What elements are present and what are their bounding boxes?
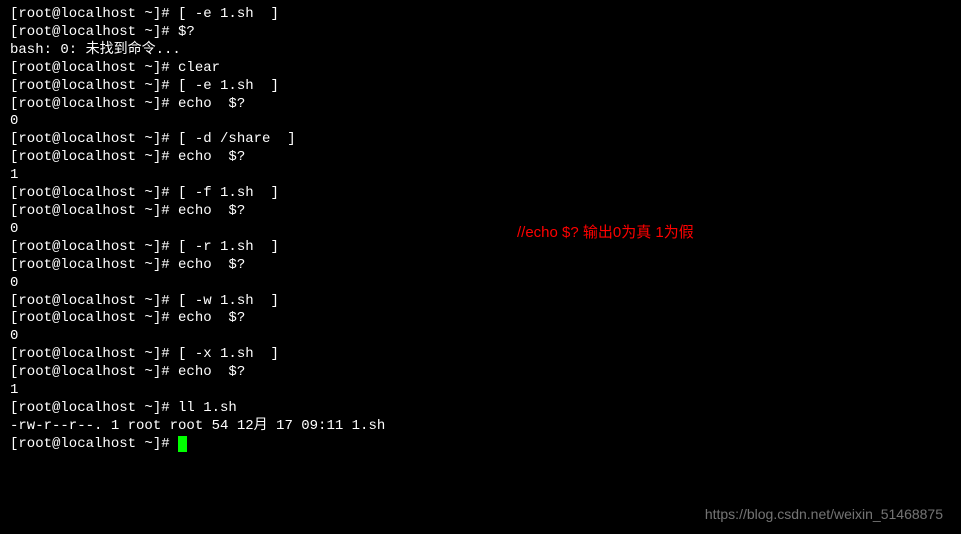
terminal-line: 0 [10, 221, 951, 239]
terminal-line: [root@localhost ~]# $? [10, 24, 951, 42]
terminal-line: -rw-r--r--. 1 root root 54 12月 17 09:11 … [10, 418, 951, 436]
terminal-line: [root@localhost ~]# [ -r 1.sh ] [10, 239, 951, 257]
cursor [178, 436, 187, 452]
terminal-line: 1 [10, 382, 951, 400]
terminal-output[interactable]: [root@localhost ~]# [ -e 1.sh ][root@loc… [10, 6, 951, 454]
terminal-line: [root@localhost ~]# [ -f 1.sh ] [10, 185, 951, 203]
terminal-line: [root@localhost ~]# [ -e 1.sh ] [10, 78, 951, 96]
terminal-line: [root@localhost ~]# [ -e 1.sh ] [10, 6, 951, 24]
terminal-line: [root@localhost ~]# clear [10, 60, 951, 78]
terminal-line: [root@localhost ~]# echo $? [10, 364, 951, 382]
terminal-line: [root@localhost ~]# echo $? [10, 310, 951, 328]
terminal-line: [root@localhost ~]# echo $? [10, 149, 951, 167]
terminal-line: bash: 0: 未找到命令... [10, 42, 951, 60]
terminal-line: 0 [10, 328, 951, 346]
terminal-line: [root@localhost ~]# [10, 436, 951, 454]
terminal-line: [root@localhost ~]# echo $? [10, 96, 951, 114]
terminal-line: [root@localhost ~]# [ -d /share ] [10, 131, 951, 149]
terminal-line: 1 [10, 167, 951, 185]
terminal-line: 0 [10, 275, 951, 293]
terminal-line: [root@localhost ~]# echo $? [10, 203, 951, 221]
annotation-text: //echo $? 输出0为真 1为假 [517, 223, 694, 242]
terminal-line: 0 [10, 113, 951, 131]
terminal-line: [root@localhost ~]# ll 1.sh [10, 400, 951, 418]
terminal-line: [root@localhost ~]# echo $? [10, 257, 951, 275]
watermark-text: https://blog.csdn.net/weixin_51468875 [705, 506, 943, 524]
terminal-line: [root@localhost ~]# [ -w 1.sh ] [10, 293, 951, 311]
terminal-line: [root@localhost ~]# [ -x 1.sh ] [10, 346, 951, 364]
